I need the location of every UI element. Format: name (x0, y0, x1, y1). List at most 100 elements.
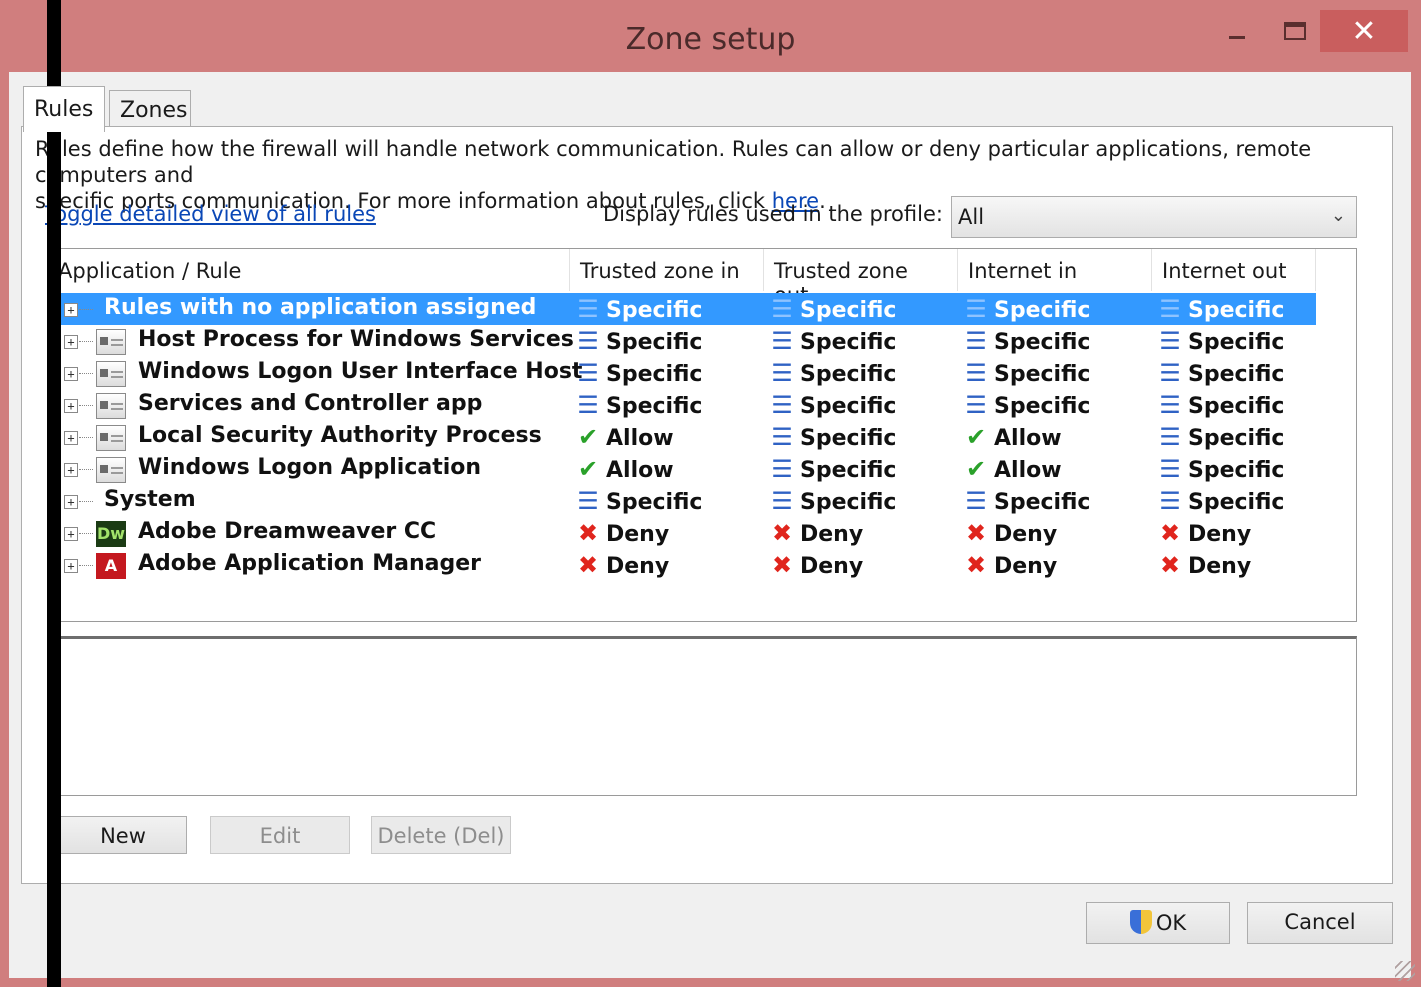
expand-plus-icon[interactable]: + (64, 431, 78, 445)
cancel-button[interactable]: Cancel (1247, 902, 1393, 944)
expand-plus-icon[interactable]: + (64, 495, 78, 509)
rule-cell-trusted-zone-in[interactable]: ✔ Allow (576, 455, 674, 483)
rule-cell-internet-in[interactable]: ☰ Specific (964, 487, 1090, 515)
rule-cell-trusted-zone-in[interactable]: ✖ Deny (576, 551, 669, 579)
expand-plus-icon[interactable]: + (64, 527, 78, 541)
specific-icon: ☰ (965, 359, 987, 387)
maximize-icon (1284, 22, 1306, 40)
rule-value: Specific (1188, 362, 1285, 387)
specific-icon: ☰ (771, 487, 793, 515)
rule-cell-trusted-zone-out[interactable]: ☰ Specific (770, 455, 896, 483)
rule-cell-internet-in[interactable]: ☰ Specific (964, 391, 1090, 419)
rule-cell-internet-out[interactable]: ☰ Specific (1158, 295, 1284, 323)
rule-cell-internet-in[interactable]: ☰ Specific (964, 327, 1090, 355)
expand-plus-icon[interactable]: + (64, 303, 78, 317)
rule-cell-trusted-zone-out[interactable]: ☰ Specific (770, 423, 896, 451)
allow-check-icon: ✔ (577, 455, 599, 483)
delete-button[interactable]: Delete (Del) (371, 816, 511, 854)
rule-cell-internet-out[interactable]: ☰ Specific (1158, 455, 1284, 483)
window-icon (96, 457, 126, 483)
specific-icon: ☰ (577, 359, 599, 387)
window-icon (96, 425, 126, 451)
deny-x-icon: ✖ (1159, 551, 1181, 579)
table-row[interactable]: + Windows Logon Application ✔ Allow ☰ Specifi… (48, 453, 1316, 485)
rule-cell-trusted-zone-out[interactable]: ☰ Specific (770, 327, 896, 355)
table-row[interactable]: + System ☰ Specific ☰ Specific ☰ Specific ☰ Speci… (48, 485, 1316, 517)
specific-icon: ☰ (1159, 391, 1181, 419)
rule-cell-internet-out[interactable]: ☰ Specific (1158, 391, 1284, 419)
rule-cell-trusted-zone-out[interactable]: ☰ Specific (770, 295, 896, 323)
resize-grip-icon[interactable] (1395, 961, 1415, 981)
table-row[interactable]: + Host Process for Windows Services ☰ Speci… (48, 325, 1316, 357)
rule-detail-pane (47, 636, 1357, 796)
maximize-button[interactable] (1264, 10, 1326, 52)
rule-cell-trusted-zone-out[interactable]: ✖ Deny (770, 519, 863, 547)
tree-connector (79, 341, 93, 342)
rule-cell-internet-out[interactable]: ✖ Deny (1158, 519, 1251, 547)
expand-plus-icon[interactable]: + (64, 367, 78, 381)
profile-select[interactable]: All ⌄ (951, 196, 1357, 238)
rule-cell-internet-in[interactable]: ✖ Deny (964, 519, 1057, 547)
rule-value: Specific (994, 330, 1091, 355)
rule-cell-trusted-zone-out[interactable]: ✖ Deny (770, 551, 863, 579)
specific-icon: ☰ (577, 295, 599, 323)
expand-plus-icon[interactable]: + (64, 335, 78, 349)
rule-cell-internet-in[interactable]: ☰ Specific (964, 359, 1090, 387)
rule-cell-trusted-zone-out[interactable]: ☰ Specific (770, 487, 896, 515)
rule-cell-internet-in[interactable]: ✔ Allow (964, 455, 1062, 483)
column-header-1[interactable]: Trusted zone in (570, 249, 764, 291)
rule-cell-internet-in[interactable]: ✔ Allow (964, 423, 1062, 451)
table-row[interactable]: + Services and Controller app ☰ Specific ☰ Sp… (48, 389, 1316, 421)
rule-value: Specific (994, 362, 1091, 387)
toggle-detailed-view-link[interactable]: Toggle detailed view of all rules (45, 202, 376, 226)
title-bar[interactable]: Zone setup ✕ (0, 0, 1421, 72)
edit-button[interactable]: Edit (210, 816, 350, 854)
rule-cell-trusted-zone-out[interactable]: ☰ Specific (770, 391, 896, 419)
column-header-2[interactable]: Trusted zone out (764, 249, 958, 307)
table-row[interactable]: + Rules with no application assigned ☰ Spec… (48, 293, 1316, 325)
rule-cell-internet-out[interactable]: ☰ Specific (1158, 487, 1284, 515)
tab-rules[interactable]: Rules (23, 86, 105, 132)
allow-check-icon: ✔ (965, 423, 987, 451)
rule-cell-trusted-zone-in[interactable]: ☰ Specific (576, 359, 702, 387)
rule-cell-trusted-zone-in[interactable]: ☰ Specific (576, 295, 702, 323)
specific-icon: ☰ (965, 295, 987, 323)
table-row[interactable]: + Dw Adobe Dreamweaver CC ✖ Deny ✖ Deny ✖ Deny ✖ D… (48, 517, 1316, 549)
minimize-button[interactable] (1206, 10, 1268, 52)
ok-button[interactable]: OK (1086, 902, 1230, 944)
window-icon (96, 393, 126, 419)
table-row[interactable]: + Windows Logon User Interface Host ☰ Speci… (48, 357, 1316, 389)
column-header-4[interactable]: Internet out (1152, 249, 1316, 291)
table-row[interactable]: + A Adobe Application Manager ✖ Deny ✖ Deny ✖ De… (48, 549, 1316, 581)
close-button[interactable]: ✕ (1320, 10, 1408, 52)
new-button[interactable]: New (59, 816, 187, 854)
rule-cell-internet-out[interactable]: ☰ Specific (1158, 359, 1284, 387)
rules-table[interactable]: Application / Rule Trusted zone in Trusted… (47, 248, 1357, 622)
table-row[interactable]: + Local Security Authority Process ✔ Allow ☰… (48, 421, 1316, 453)
ok-label: OK (1155, 911, 1187, 935)
column-header-0[interactable]: Application / Rule (48, 249, 570, 291)
rule-cell-internet-out[interactable]: ✖ Deny (1158, 551, 1251, 579)
rule-cell-trusted-zone-in[interactable]: ☰ Specific (576, 391, 702, 419)
rule-value: Allow (994, 458, 1062, 483)
rule-cell-trusted-zone-in[interactable]: ☰ Specific (576, 487, 702, 515)
minimize-icon (1229, 35, 1245, 39)
rule-cell-trusted-zone-in[interactable]: ☰ Specific (576, 327, 702, 355)
rule-cell-trusted-zone-in[interactable]: ✔ Allow (576, 423, 674, 451)
rule-cell-trusted-zone-out[interactable]: ☰ Specific (770, 359, 896, 387)
column-header-3[interactable]: Internet in (958, 249, 1152, 291)
expand-plus-icon[interactable]: + (64, 463, 78, 477)
rule-cell-internet-out[interactable]: ☰ Specific (1158, 423, 1284, 451)
rule-cell-internet-in[interactable]: ✖ Deny (964, 551, 1057, 579)
expand-plus-icon[interactable]: + (64, 399, 78, 413)
tab-zones[interactable]: Zones (109, 90, 191, 130)
rule-cell-internet-in[interactable]: ☰ Specific (964, 295, 1090, 323)
expand-plus-icon[interactable]: + (64, 559, 78, 573)
rule-cell-trusted-zone-in[interactable]: ✖ Deny (576, 519, 669, 547)
specific-icon: ☰ (1159, 455, 1181, 483)
rule-value: Specific (606, 298, 703, 323)
rule-cell-internet-out[interactable]: ☰ Specific (1158, 327, 1284, 355)
specific-icon: ☰ (771, 455, 793, 483)
tree-connector (79, 565, 93, 566)
adobe-icon: A (96, 553, 126, 579)
